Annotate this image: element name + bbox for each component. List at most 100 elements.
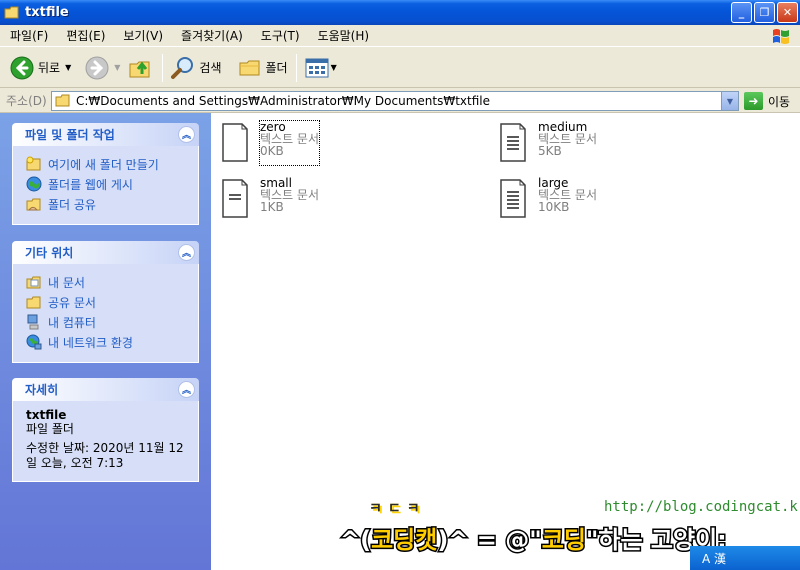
menu-view[interactable]: 보기(V) xyxy=(113,27,171,44)
file-size: 5KB xyxy=(538,144,562,158)
panel-header[interactable]: 기타 위치 ︽ xyxy=(12,241,199,264)
shared-folder-icon xyxy=(26,198,41,211)
maximize-button[interactable]: ❐ xyxy=(754,2,775,23)
file-item[interactable]: zero 텍스트 문서 0KB xyxy=(220,120,321,166)
details-modified: 수정한 날짜: 2020년 11월 12 xyxy=(26,441,184,455)
collapse-icon[interactable]: ︽ xyxy=(178,126,195,143)
go-button[interactable]: ➜ 이동 xyxy=(744,92,790,110)
panel-title: 자세히 xyxy=(25,383,59,397)
menu-tools[interactable]: 도구(T) xyxy=(251,27,308,44)
minimize-button[interactable]: _ xyxy=(731,2,752,23)
task-publish-web[interactable]: 폴더를 웹에 게시 xyxy=(26,174,188,194)
task-share-folder[interactable]: 폴더 공유 xyxy=(26,194,188,214)
folders-label: 폴더 xyxy=(265,61,288,75)
file-size: 10KB xyxy=(538,200,570,214)
collapse-icon[interactable]: ︽ xyxy=(178,244,195,261)
panel-header[interactable]: 자세히 ︽ xyxy=(12,378,199,401)
views-button[interactable]: ▼ xyxy=(301,52,341,84)
other-places-panel: 기타 위치 ︽ 내 문서 공유 문서 내 컴퓨터 내 네트워크 환경 xyxy=(12,241,199,363)
place-network[interactable]: 내 네트워크 환경 xyxy=(26,332,188,352)
new-folder-icon xyxy=(26,156,41,171)
address-input[interactable]: C:₩Documents and Settings₩Administrator₩… xyxy=(51,91,739,111)
text-document-icon xyxy=(222,123,248,162)
forward-button[interactable]: ▼ xyxy=(81,52,124,84)
menu-favorites[interactable]: 즐겨찾기(A) xyxy=(171,27,251,44)
panel-title: 파일 및 폴더 작업 xyxy=(25,128,115,142)
folders-icon xyxy=(239,60,259,75)
shared-documents-icon xyxy=(26,296,41,309)
windows-logo-icon xyxy=(773,29,789,44)
file-folder-tasks-panel: 파일 및 폴더 작업 ︽ 여기에 새 폴더 만들기 폴더를 웹에 게시 폴더 공… xyxy=(12,123,199,225)
close-button[interactable]: ✕ xyxy=(777,2,798,23)
task-label: 폴더를 웹에 게시 xyxy=(48,177,133,192)
panel-title: 기타 위치 xyxy=(25,246,74,260)
title-bar[interactable]: txtfile _ ❐ ✕ xyxy=(0,0,800,25)
place-label: 내 문서 xyxy=(48,275,85,290)
details-type: 파일 폴더 xyxy=(26,422,74,436)
views-dropdown-icon[interactable]: ▼ xyxy=(331,63,337,72)
menu-file[interactable]: 파일(F) xyxy=(0,27,56,44)
menu-help[interactable]: 도움말(H) xyxy=(308,27,378,44)
task-label: 폴더 공유 xyxy=(48,197,96,212)
file-item[interactable]: large 텍스트 문서 10KB xyxy=(498,177,597,221)
task-label: 여기에 새 폴더 만들기 xyxy=(48,157,159,172)
file-item[interactable]: small 텍스트 문서 1KB xyxy=(220,177,319,221)
back-button[interactable]: 뒤로 ▼ xyxy=(6,52,75,84)
up-folder-button[interactable] xyxy=(124,52,158,84)
collapse-icon[interactable]: ︽ xyxy=(178,381,195,398)
details-panel: 자세히 ︽ txtfile 파일 폴더 수정한 날짜: 2020년 11월 12… xyxy=(12,378,199,482)
task-new-folder[interactable]: 여기에 새 폴더 만들기 xyxy=(26,154,188,174)
text-document-icon xyxy=(500,179,526,218)
window-title: txtfile xyxy=(25,5,69,20)
folder-icon xyxy=(55,94,70,107)
watermark-part: 코딩 xyxy=(540,525,587,556)
toolbar: 뒤로 ▼ ▼ 검색 폴더 ▼ xyxy=(0,48,800,88)
place-my-computer[interactable]: 내 컴퓨터 xyxy=(26,312,188,332)
place-label: 공유 문서 xyxy=(48,295,96,310)
watermark-url: http://blog.codingcat.kr/ xyxy=(604,499,800,515)
folders-button[interactable]: 폴더 xyxy=(234,52,292,84)
watermark-slogan: ^(코딩캣)^ = @"코딩"하는 고양이; xyxy=(338,520,728,556)
panel-body: 내 문서 공유 문서 내 컴퓨터 내 네트워크 환경 xyxy=(12,264,199,363)
details-name: txtfile xyxy=(26,408,67,422)
details-modified-cont: 일 오늘, 오전 7:13 xyxy=(26,456,124,470)
forward-dropdown-icon[interactable]: ▼ xyxy=(114,63,120,72)
panel-header[interactable]: 파일 및 폴더 작업 ︽ xyxy=(12,123,199,146)
ime-toolbar[interactable]: A 漢 xyxy=(690,546,800,570)
back-arrow-icon xyxy=(10,56,34,79)
watermark-logo: ㅋㄷㅋ xyxy=(369,501,426,517)
toolbar-separator xyxy=(295,53,297,82)
text-document-icon xyxy=(222,179,248,218)
task-pane: 파일 및 폴더 작업 ︽ 여기에 새 폴더 만들기 폴더를 웹에 게시 폴더 공… xyxy=(0,113,211,570)
search-label: 검색 xyxy=(199,61,222,75)
menu-edit[interactable]: 편집(E) xyxy=(56,27,113,44)
toolbar-separator xyxy=(162,53,164,82)
folder-icon xyxy=(4,6,19,18)
search-button[interactable]: 검색 xyxy=(167,52,225,84)
text-document-icon xyxy=(500,123,526,162)
go-arrow-icon: ➜ xyxy=(744,92,763,110)
my-documents-icon xyxy=(26,276,41,289)
watermark-part: )^ = @" xyxy=(436,525,543,556)
address-label: 주소(D) xyxy=(6,94,47,108)
file-item[interactable]: medium 텍스트 문서 5KB xyxy=(498,121,597,165)
place-my-documents[interactable]: 내 문서 xyxy=(26,272,188,292)
file-size: 0KB xyxy=(260,144,284,158)
address-path: C:₩Documents and Settings₩Administrator₩… xyxy=(76,94,491,108)
panel-body: 여기에 새 폴더 만들기 폴더를 웹에 게시 폴더 공유 xyxy=(12,146,199,225)
forward-arrow-icon xyxy=(85,56,109,79)
address-dropdown-icon[interactable]: ▼ xyxy=(721,92,738,110)
back-dropdown-icon[interactable]: ▼ xyxy=(65,63,71,72)
globe-icon xyxy=(26,176,42,192)
panel-body: txtfile 파일 폴더 수정한 날짜: 2020년 11월 12 일 오늘,… xyxy=(12,401,199,482)
menu-bar: 파일(F) 편집(E) 보기(V) 즐겨찾기(A) 도구(T) 도움말(H) xyxy=(0,25,800,47)
place-shared-documents[interactable]: 공유 문서 xyxy=(26,292,188,312)
go-label: 이동 xyxy=(768,94,791,109)
search-icon xyxy=(171,56,194,79)
address-bar: 주소(D) C:₩Documents and Settings₩Administ… xyxy=(0,89,800,113)
ime-status: A 漢 xyxy=(702,551,727,566)
watermark-part: ^( xyxy=(338,525,372,556)
my-computer-icon xyxy=(27,314,39,330)
views-icon xyxy=(305,58,329,77)
watermark-part: 코딩캣 xyxy=(370,525,439,556)
